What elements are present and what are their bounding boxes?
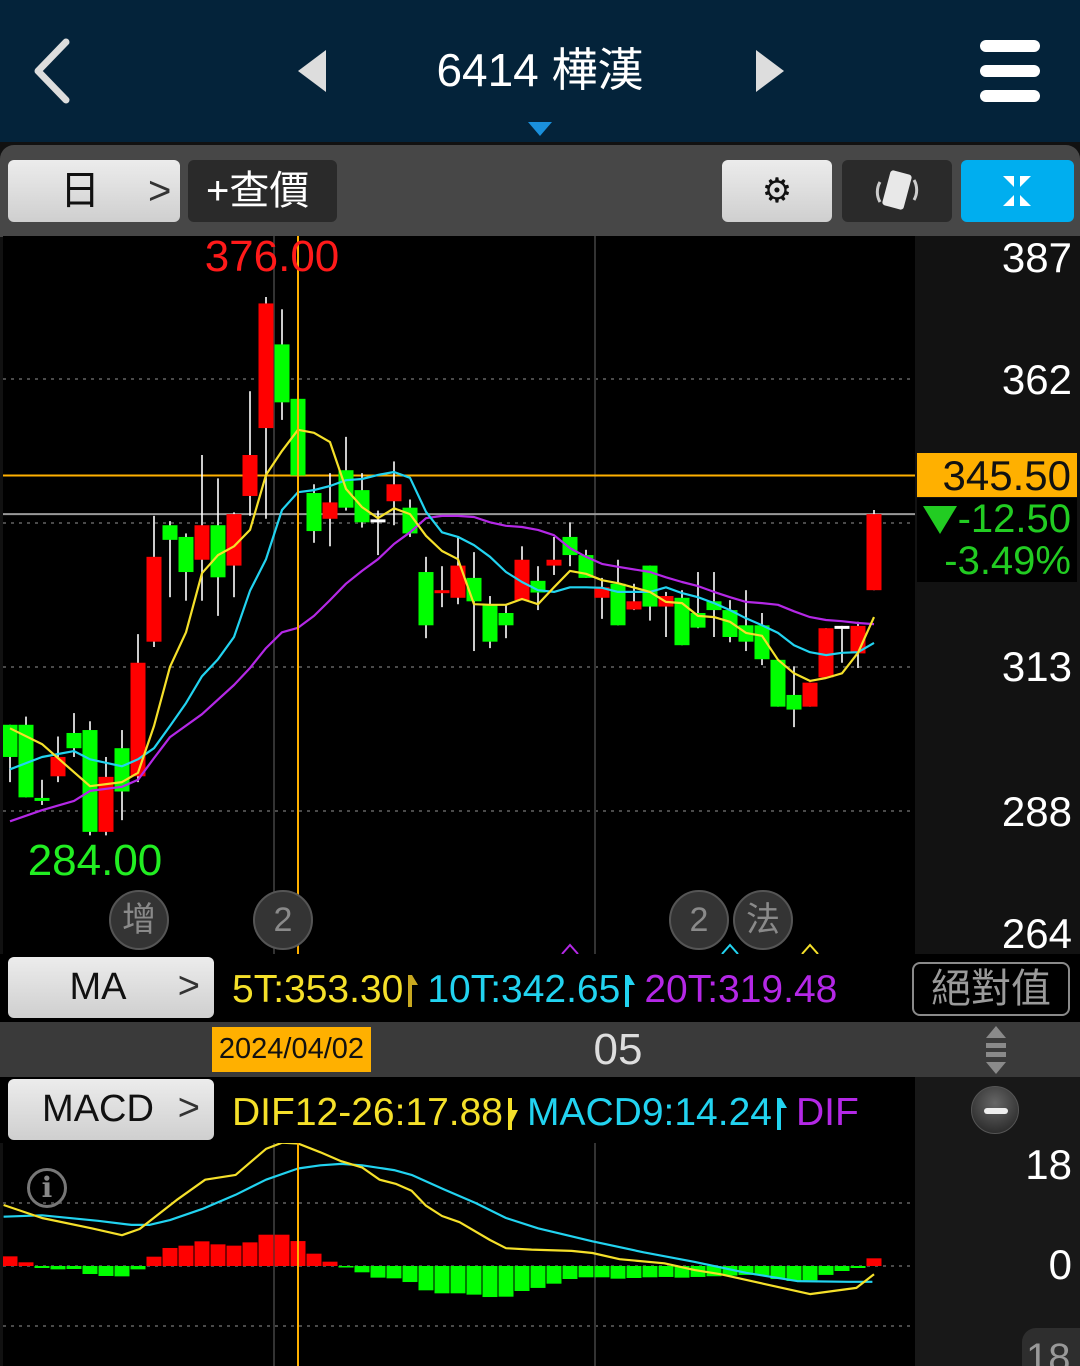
- macd-values: DIF12-26:17.88 MACD9:14.24 DIF: [232, 1079, 915, 1145]
- macd-axis-label: 0: [1048, 1241, 1072, 1288]
- panel-resize-handle-icon[interactable]: [982, 1024, 1010, 1076]
- remove-indicator-button[interactable]: [971, 1086, 1019, 1134]
- minus-icon: [984, 1108, 1008, 1114]
- ma-indicator-row: MA > 5T:353.30 10T:342.65 20T:319.48 絕對值: [0, 954, 1080, 1022]
- date-axis-row: 2024/04/02 05: [0, 1022, 1080, 1077]
- previous-stock-icon[interactable]: [292, 48, 332, 94]
- macd-indicator-row: MACD > DIF12-26:17.88 MACD9:14.24 DIF: [0, 1077, 915, 1143]
- axis-label: 387: [1001, 234, 1072, 281]
- down-triangle-icon: [923, 506, 957, 534]
- quote-button[interactable]: +查價: [188, 160, 337, 222]
- rotate-icon: [875, 170, 919, 210]
- chevron-right-icon: >: [177, 965, 200, 1007]
- event-badge[interactable]: 2: [253, 890, 313, 950]
- macd-button-label: MACD: [42, 1088, 154, 1130]
- price-axis: 387 362 313 288 264: [915, 234, 1080, 957]
- macd-signal-value: MACD9:14.24: [527, 1090, 772, 1134]
- chevron-right-icon: >: [177, 1087, 200, 1129]
- back-chevron-icon[interactable]: [28, 36, 78, 106]
- settings-button[interactable]: ⚙: [722, 160, 832, 222]
- chart-toolbar: 日 > +查價 ⚙: [0, 145, 1080, 237]
- period-label: 日: [60, 169, 100, 213]
- ma-button-label: MA: [69, 966, 127, 1008]
- period-high-label: 376.00: [204, 232, 340, 281]
- axis-label: 362: [1001, 356, 1072, 403]
- crosshair-price-tag: 345.50: [917, 453, 1077, 499]
- ma5-trend-up-icon: [408, 974, 419, 1007]
- macd-chart-area[interactable]: [3, 1143, 915, 1366]
- value-tag-partial: 18: [1022, 1328, 1080, 1366]
- ma10-trend-up-icon: [625, 974, 636, 1007]
- ma20-value: 20T:319.48: [644, 967, 838, 1011]
- event-badge[interactable]: 2: [669, 890, 729, 950]
- next-stock-icon[interactable]: [750, 48, 790, 94]
- event-badge-briefing[interactable]: 法: [733, 890, 793, 950]
- axis-label: 288: [1001, 788, 1072, 835]
- info-icon[interactable]: i: [27, 1168, 67, 1208]
- dif-trend-down-icon: [508, 1097, 519, 1130]
- top-header: 6414 樺漢: [0, 0, 1080, 142]
- absolute-value-button[interactable]: 絕對值: [912, 962, 1070, 1016]
- crosshair-date-label: 2024/04/02: [212, 1027, 371, 1072]
- stock-title[interactable]: 6414 樺漢: [340, 40, 740, 100]
- ma-values: 5T:353.30 10T:342.65 20T:319.48: [232, 956, 905, 1022]
- exit-fullscreen-button[interactable]: [961, 160, 1074, 222]
- dif-value: DIF12-26:17.88: [232, 1090, 504, 1134]
- macd-trend-up-icon: [776, 1097, 787, 1130]
- hamburger-menu-icon[interactable]: [976, 36, 1044, 106]
- gear-icon: ⚙: [761, 171, 793, 211]
- month-label: 05: [593, 1025, 643, 1074]
- axis-label: 264: [1001, 910, 1072, 957]
- price-change-percent: -3.49%: [944, 539, 1071, 583]
- change-box: -12.50 -3.49%: [917, 498, 1077, 582]
- dropdown-triangle-icon[interactable]: [526, 120, 554, 138]
- macd-axis-label: 18: [1025, 1141, 1072, 1188]
- period-low-label: 284.00: [27, 836, 163, 885]
- quote-label: +查價: [206, 169, 310, 213]
- event-badge-capital-increase[interactable]: 增: [109, 890, 169, 950]
- period-selector-button[interactable]: 日 >: [8, 160, 180, 222]
- oscillator-value: DIF: [795, 1090, 859, 1134]
- collapse-arrows-icon: [1003, 176, 1031, 206]
- axis-label: 313: [1001, 643, 1072, 690]
- rotate-screen-button[interactable]: [842, 160, 952, 222]
- chevron-right-icon: >: [148, 169, 172, 213]
- ma-selector-button[interactable]: MA >: [8, 957, 214, 1018]
- price-change: -12.50: [957, 497, 1071, 541]
- ma5-value: 5T:353.30: [232, 967, 404, 1011]
- macd-selector-button[interactable]: MACD >: [8, 1079, 214, 1140]
- ma10-value: 10T:342.65: [427, 967, 621, 1011]
